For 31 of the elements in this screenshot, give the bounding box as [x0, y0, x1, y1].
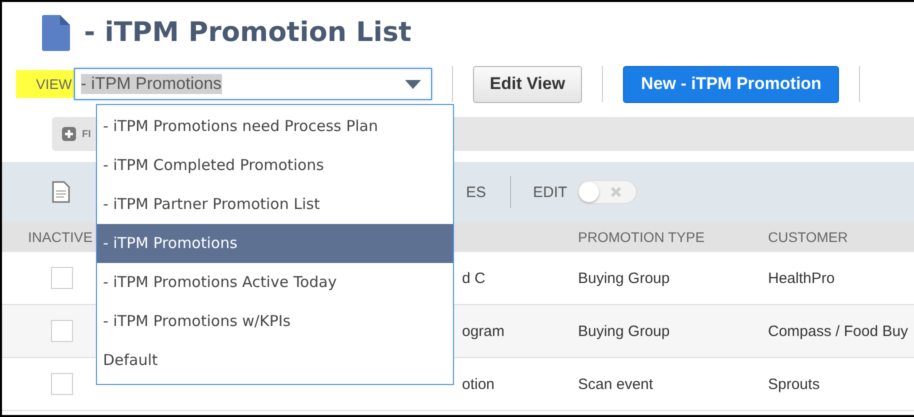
- x-icon: [610, 186, 622, 198]
- table-cell-text: Buying Group: [578, 270, 671, 286]
- dropdown-option[interactable]: - iTPM Promotions: [97, 224, 453, 263]
- column-header[interactable]: PROMOTION TYPE: [578, 229, 768, 245]
- toolbar-label: ES: [466, 184, 486, 200]
- dropdown-option[interactable]: - iTPM Promotions Active Today: [97, 263, 453, 302]
- edit-view-button[interactable]: Edit View: [472, 66, 582, 102]
- table-cell-text: Sprouts: [768, 376, 821, 392]
- edit-label: EDIT: [533, 184, 568, 200]
- edit-toggle[interactable]: [577, 180, 638, 204]
- column-header[interactable]: INACTIVE: [2, 229, 96, 245]
- table-cell-text: HealthPro: [768, 270, 836, 286]
- caret-icon: [404, 80, 421, 88]
- new-promotion-button[interactable]: New - iTPM Promotion: [623, 66, 840, 102]
- plus-icon: [62, 127, 76, 141]
- table-cell-text: Scan event: [578, 376, 654, 392]
- table-cell-text: ogram: [461, 322, 506, 340]
- document-icon[interactable]: [52, 181, 70, 203]
- dropdown-option[interactable]: Default: [97, 341, 453, 380]
- page-title: - iTPM Promotion List: [84, 16, 412, 48]
- table-cell-text: Compass / Food Buy: [768, 322, 910, 340]
- table-cell-text: d C: [461, 270, 486, 286]
- column-header[interactable]: CUSTOMER: [768, 229, 914, 245]
- document-icon: [42, 15, 70, 51]
- view-select[interactable]: - iTPM Promotions: [74, 68, 432, 100]
- dropdown-option[interactable]: - iTPM Partner Promotion List: [97, 185, 453, 224]
- table-cell-text: otion: [461, 376, 496, 392]
- table-cell-text: Buying Group: [578, 322, 671, 340]
- view-label: VIEW: [16, 70, 74, 98]
- filter-label: FI: [82, 128, 91, 140]
- dropdown-option[interactable]: - iTPM Promotions w/KPIs: [97, 302, 453, 341]
